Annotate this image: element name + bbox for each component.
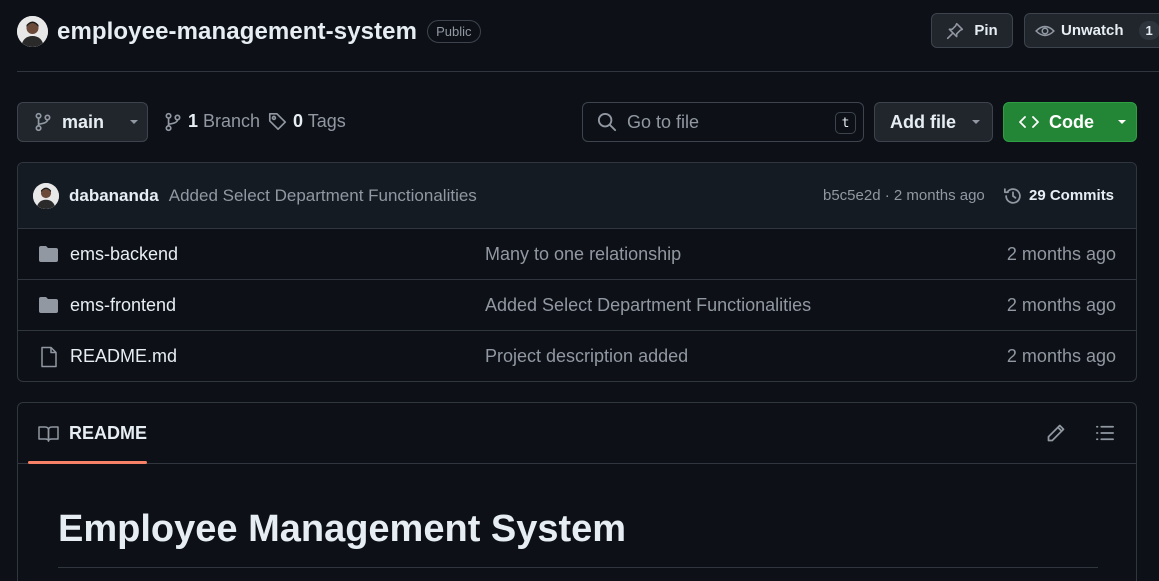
pin-button[interactable]: Pin xyxy=(931,13,1013,48)
readme-panel: README Employee Management System xyxy=(17,402,1137,581)
file-commit-message[interactable]: Project description added xyxy=(485,346,688,367)
file-name[interactable]: ems-backend xyxy=(70,244,178,265)
repo-name[interactable]: employee-management-system xyxy=(57,18,417,46)
file-table: dabananda Added Select Department Functi… xyxy=(17,162,1137,382)
pencil-icon[interactable] xyxy=(1046,423,1066,443)
file-name[interactable]: ems-frontend xyxy=(70,295,176,316)
chevron-down-icon xyxy=(1116,118,1128,126)
pin-label: Pin xyxy=(974,22,998,39)
chevron-down-icon xyxy=(128,118,140,126)
branch-selector[interactable]: main xyxy=(17,102,148,142)
commits-count: 29 Commits xyxy=(1029,187,1115,204)
chevron-down-icon xyxy=(970,118,982,126)
tag-icon xyxy=(268,112,287,131)
add-file-button[interactable]: Add file xyxy=(874,102,993,142)
file-row[interactable]: ems-frontend Added Select Department Fun… xyxy=(18,280,1136,331)
search-icon xyxy=(597,112,617,132)
branch-count-label: Branch xyxy=(203,111,261,131)
folder-icon xyxy=(38,245,59,263)
readme-tab-bar: README xyxy=(18,403,1136,464)
file-commit-message[interactable]: Added Select Department Functionalities xyxy=(485,295,811,316)
commit-message[interactable]: Added Select Department Functionalities xyxy=(169,186,477,206)
file-row[interactable]: ems-backend Many to one relationship 2 m… xyxy=(18,229,1136,280)
go-to-file-search[interactable]: t xyxy=(582,102,864,142)
history-icon xyxy=(1003,186,1023,206)
tag-count-label: Tags xyxy=(307,111,346,131)
commit-hash-time[interactable]: b5c5e2d · 2 months ago xyxy=(823,187,985,204)
tags-link[interactable]: 0 Tags xyxy=(268,111,346,132)
file-date: 2 months ago xyxy=(1006,294,1116,315)
watch-count: 1 xyxy=(1138,21,1159,40)
file-date: 2 months ago xyxy=(1006,243,1116,264)
readme-heading: Employee Management System xyxy=(58,508,627,550)
add-file-label: Add file xyxy=(890,111,956,132)
tag-count: 0 xyxy=(293,111,304,131)
branch-count: 1 xyxy=(188,111,199,131)
branches-link[interactable]: 1 Branch xyxy=(164,111,260,132)
search-input[interactable] xyxy=(627,111,817,133)
pin-icon xyxy=(946,22,964,40)
owner-avatar[interactable] xyxy=(17,16,48,47)
unwatch-label: Unwatch xyxy=(1061,22,1124,39)
commits-link[interactable]: 29 Commits xyxy=(1003,186,1114,206)
file-name[interactable]: README.md xyxy=(70,346,177,367)
active-tab-indicator xyxy=(28,461,147,464)
visibility-badge: Public xyxy=(427,20,481,43)
code-brackets-icon xyxy=(1019,115,1039,129)
latest-commit-bar: dabananda Added Select Department Functi… xyxy=(18,163,1136,229)
eye-icon xyxy=(1035,22,1055,40)
branch-name: main xyxy=(62,111,105,132)
header-divider xyxy=(17,71,1159,72)
keyboard-shortcut: t xyxy=(835,112,856,134)
file-date: 2 months ago xyxy=(1006,346,1116,366)
repo-header: employee-management-system Public xyxy=(17,16,481,47)
list-icon[interactable] xyxy=(1095,423,1115,443)
book-icon xyxy=(38,425,59,443)
file-row[interactable]: README.md Project description added 2 mo… xyxy=(18,331,1136,381)
unwatch-button[interactable]: Unwatch 1 xyxy=(1024,13,1159,48)
folder-icon xyxy=(38,296,59,314)
file-commit-message[interactable]: Many to one relationship xyxy=(485,244,681,265)
heading-rule xyxy=(58,567,1098,568)
file-icon xyxy=(38,346,59,368)
branch-icon xyxy=(34,112,52,132)
branch-count-icon xyxy=(164,112,182,132)
readme-tab-label: README xyxy=(69,423,148,443)
code-label: Code xyxy=(1049,111,1094,132)
commit-author[interactable]: dabananda xyxy=(69,186,159,206)
code-button[interactable]: Code xyxy=(1003,102,1137,142)
tab-readme[interactable]: README xyxy=(28,403,147,464)
commit-author-avatar[interactable] xyxy=(33,182,59,209)
